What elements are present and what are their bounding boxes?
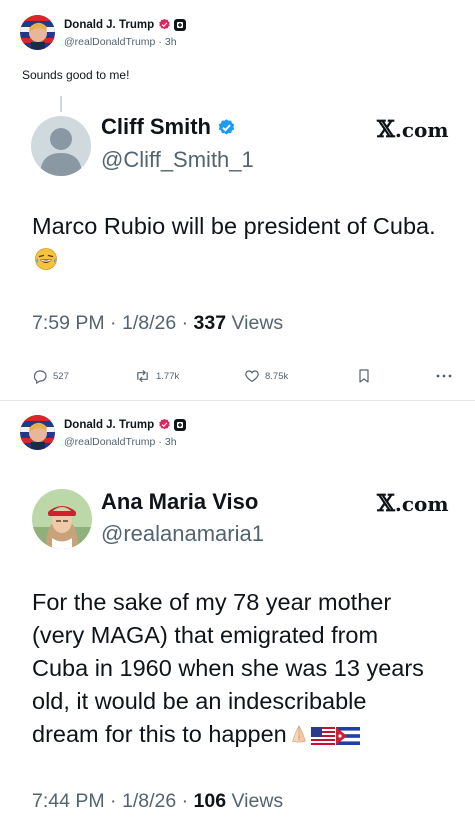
laughing-emoji-icon [35, 248, 57, 270]
quote-views-count: 337 [193, 312, 227, 334]
quote-time: 7:44 PM [32, 790, 105, 812]
quote-author-handle: @Cliff_Smith_1 [101, 147, 254, 172]
quote-date: 1/8/26 [121, 790, 177, 812]
like-count: 8.75k [265, 370, 289, 382]
reply-icon [33, 370, 47, 384]
post-actions: 527 1.77k 8.75k [32, 366, 456, 386]
verified-badge-icon [159, 418, 170, 430]
more-icon [436, 374, 452, 378]
quote-author-name-text: Cliff Smith [101, 114, 211, 139]
heart-icon [245, 370, 259, 383]
thread-connector [60, 96, 62, 112]
reply-count: 527 [53, 370, 69, 382]
quote-body-line: dream for this to happen [32, 721, 287, 747]
affiliate-badge-icon [174, 18, 187, 31]
quote-time: 7:59 PM [32, 312, 105, 334]
like-button[interactable]: 8.75k [244, 368, 357, 384]
post-time[interactable]: 3h [165, 36, 177, 48]
quote-views-count: 106 [193, 790, 227, 812]
separator-dot: · [158, 435, 162, 448]
bookmark-button[interactable] [357, 368, 436, 384]
quote-views-label: Views [231, 790, 284, 812]
avatar[interactable] [20, 414, 55, 450]
avatar[interactable] [20, 14, 55, 50]
quote-body-line: Cuba in 1960 when she was 13 years [32, 655, 424, 681]
quote-meta: 7:44 PM · 1/8/26 · 106 Views [32, 790, 283, 813]
quote-body: For the sake of my 78 year mother (very … [32, 586, 462, 751]
post-header: Donald J. Trump @realDonaldTrump · 3h [20, 412, 187, 452]
quote-avatar [32, 489, 92, 549]
verified-badge-icon [218, 118, 235, 135]
bookmark-icon [359, 369, 369, 383]
quote-body: Marco Rubio will be president of Cuba. [32, 210, 442, 276]
post-1: Donald J. Trump @realDonaldTrump · 3h So… [0, 0, 475, 400]
quote-date: 1/8/26 [121, 312, 177, 334]
x-com-watermark: 𝕏.com [377, 490, 449, 517]
quote-body-last-line: dream for this to happen [32, 718, 462, 751]
cuba-flag-emoji-icon [335, 727, 360, 745]
x-com-text: .com [394, 492, 449, 516]
separator-dot: · [181, 790, 194, 812]
separator-dot: · [110, 312, 122, 334]
post-header: Donald J. Trump @realDonaldTrump · 3h [20, 12, 187, 52]
repost-button[interactable]: 1.77k [134, 368, 244, 384]
x-logo-icon: 𝕏 [377, 116, 395, 143]
post-text: Sounds good to me! [22, 68, 130, 82]
usa-flag-emoji-icon [310, 727, 335, 745]
quote-avatar [31, 116, 91, 176]
separator-dot: · [110, 790, 122, 812]
reply-button[interactable]: 527 [32, 368, 134, 384]
x-com-text: .com [394, 118, 449, 142]
more-button[interactable] [436, 373, 452, 379]
author-handle[interactable]: @realDonaldTrump [64, 436, 155, 448]
author-handle[interactable]: @realDonaldTrump [64, 36, 155, 48]
quote-body-text: Marco Rubio will be president of Cuba. [32, 213, 436, 239]
post-2: Donald J. Trump @realDonaldTrump · 3h An… [0, 401, 475, 829]
quote-body-line: For the sake of my 78 year mother [32, 589, 392, 615]
quote-author-name-text: Ana Maria Viso [101, 489, 259, 514]
separator-dot: · [181, 312, 194, 334]
author-name[interactable]: Donald J. Trump [64, 19, 154, 31]
post-time[interactable]: 3h [165, 436, 177, 448]
quote-body-line: old, it would be an indescribable [32, 688, 367, 714]
affiliate-badge-icon [174, 418, 187, 431]
x-logo-icon: 𝕏 [377, 490, 395, 517]
repost-count: 1.77k [156, 370, 180, 382]
quote-body-line: (very MAGA) that emigrated from [32, 622, 379, 648]
x-com-watermark: 𝕏.com [377, 116, 449, 143]
quote-views-label: Views [231, 312, 284, 334]
verified-badge-icon [159, 18, 170, 30]
praying-hands-emoji-icon [291, 725, 306, 743]
quote-author-name: Cliff Smith [101, 114, 236, 140]
repost-icon [137, 370, 148, 382]
separator-dot: · [158, 35, 162, 48]
author-name[interactable]: Donald J. Trump [64, 419, 154, 431]
quote-author-handle: @realanamaria1 [101, 521, 264, 546]
quote-meta: 7:59 PM · 1/8/26 · 337 Views [32, 312, 283, 335]
quote-author-name: Ana Maria Viso [101, 489, 258, 515]
